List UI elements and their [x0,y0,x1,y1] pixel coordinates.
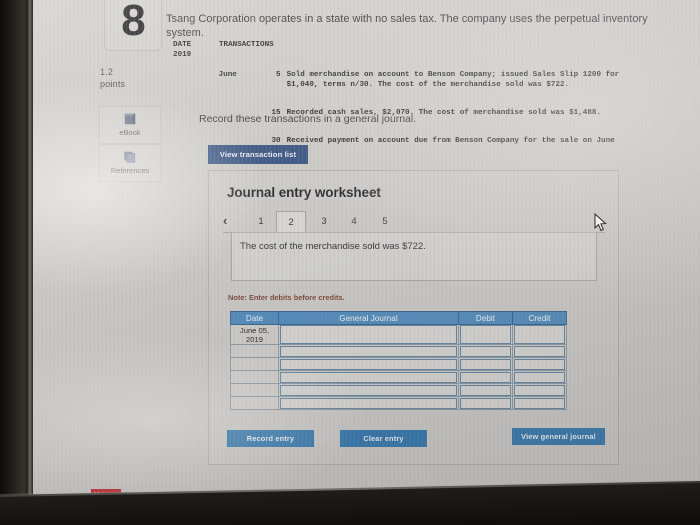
general-journal-input[interactable] [280,371,457,383]
points-label: points [100,79,126,89]
cell-date [230,396,279,410]
view-general-journal-button[interactable]: View general journal [512,428,605,445]
debit-input[interactable] [460,358,511,370]
transactions-header: DATE TRANSACTIONS [173,41,593,50]
cell-general-journal[interactable] [278,324,459,345]
book-icon [124,113,136,125]
column-header-debit: Debit [458,311,513,325]
record-entry-button[interactable]: Record entry [227,430,314,447]
table-header-row: Date General Journal Debit Credit [230,311,567,325]
transaction-row: June 5 Sold merchandise on account to Bens… [173,62,620,100]
general-journal-input[interactable] [280,345,457,357]
cell-general-journal[interactable] [278,357,459,371]
debit-input[interactable] [460,345,511,357]
question-intro: Tsang Corporation operates in a state wi… [166,13,648,39]
assignment-page: 8 1.2 points eBook References Mc [33,0,700,508]
worksheet-tab-4[interactable]: 4 [339,211,369,232]
transaction-text: Received payment on account due from Ben… [286,137,615,154]
monitor-bezel-left [0,0,30,525]
column-header-credit: Credit [512,311,567,325]
ebook-label: eBook [119,128,141,137]
clear-entry-button[interactable]: Clear entry [340,430,427,447]
transactions-header-label: TRANSACTIONS [219,41,274,49]
general-journal-input[interactable] [280,397,457,409]
credit-input[interactable] [514,345,565,357]
view-transaction-list-button[interactable]: View transaction list [208,145,308,164]
cell-general-journal[interactable] [278,370,459,384]
worksheet-prompt-text: The cost of the merchandise sold was $72… [240,241,426,252]
instruction-text: Record these transactions in a general j… [199,113,417,125]
points-value: 1.2 [100,67,114,77]
table-row: June 05, 2019 [230,324,567,345]
worksheet-tab-5[interactable]: 5 [370,211,400,232]
credit-input[interactable] [514,384,565,396]
question-number: 8 [121,0,145,45]
cell-date: June 05, 2019 [230,324,279,345]
cell-credit[interactable] [512,324,567,345]
general-journal-input[interactable] [280,325,457,344]
monitor-bezel-left-edge [28,0,33,525]
cell-debit[interactable] [458,383,513,397]
debits-note: Note: Enter debits before credits. [228,293,345,302]
transactions-header-date: DATE [173,41,192,49]
column-header-date: Date [230,311,279,325]
cell-debit[interactable] [458,370,513,384]
transaction-text: Sold merchandise on account to Benson Co… [286,71,620,89]
table-row [230,396,567,410]
cell-date [230,344,279,358]
cell-general-journal[interactable] [278,344,459,358]
credit-input[interactable] [514,325,565,344]
worksheet-tab-3[interactable]: 3 [309,211,339,232]
worksheet-prompt-box: The cost of the merchandise sold was $72… [231,232,597,281]
general-journal-input[interactable] [280,384,457,396]
cell-debit[interactable] [458,344,513,358]
debit-input[interactable] [460,384,511,396]
debit-input[interactable] [460,371,511,383]
transaction-month: June [218,71,237,80]
worksheet-tab-2[interactable]: 2 [276,211,306,232]
mouse-cursor-icon [594,213,607,232]
worksheet-title: Journal entry worksheet [227,185,381,200]
cell-credit[interactable] [512,396,567,410]
table-row [230,357,567,371]
references-label: References [110,166,150,175]
cell-credit[interactable] [512,383,567,397]
monitor-photo: 8 1.2 points eBook References Mc [0,0,700,525]
cell-date [230,383,279,397]
cell-date [230,357,279,371]
general-journal-table: Date General Journal Debit Credit June 0… [230,311,567,410]
table-row [230,383,567,397]
ebook-button[interactable]: eBook [99,106,161,144]
debit-input[interactable] [460,397,511,409]
references-button[interactable]: References [99,144,161,182]
cell-credit[interactable] [512,357,567,371]
cell-date [230,370,279,384]
transaction-day: 5 [276,71,281,80]
credit-input[interactable] [514,358,565,370]
pages-icon [124,151,136,163]
worksheet-tabs: ‹ 1 2 3 4 5 [223,211,605,233]
general-journal-input[interactable] [280,358,457,370]
cell-credit[interactable] [512,344,567,358]
debit-input[interactable] [460,325,511,344]
cell-general-journal[interactable] [278,396,459,410]
screen: 8 1.2 points eBook References Mc [33,0,700,508]
credit-input[interactable] [514,371,565,383]
cell-debit[interactable] [458,357,513,371]
table-row [230,370,567,384]
cell-credit[interactable] [512,370,567,384]
cell-debit[interactable] [458,396,513,410]
credit-input[interactable] [514,397,565,409]
transactions-year: 2019 [173,51,192,60]
table-row [230,344,567,358]
column-header-general-journal: General Journal [278,311,459,325]
tab-prev-chevron-icon[interactable]: ‹ [223,212,227,230]
worksheet-tab-1[interactable]: 1 [246,211,276,232]
cell-general-journal[interactable] [278,383,459,397]
cell-debit[interactable] [458,324,513,345]
